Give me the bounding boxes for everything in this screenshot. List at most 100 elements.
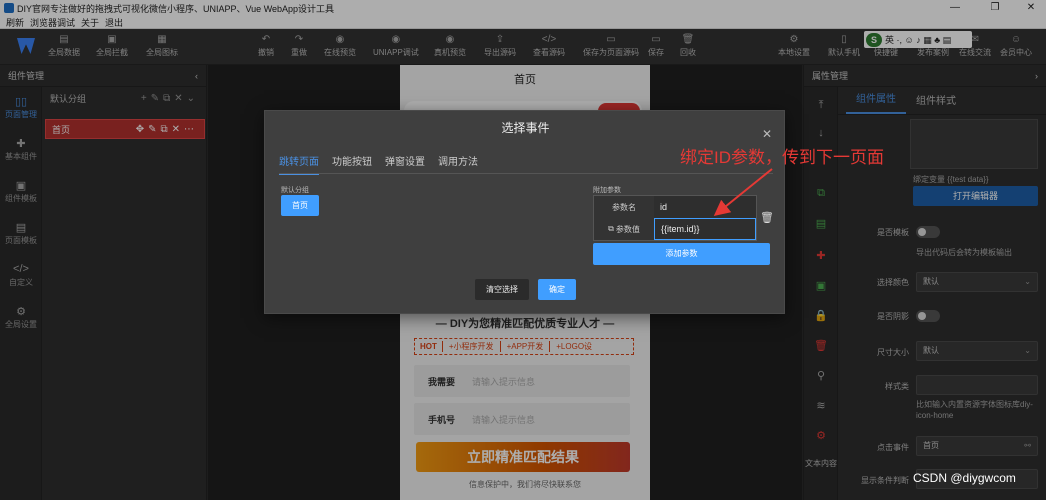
ime-tray[interactable]: S 英 ·, ☺ ♪ ▦ ♣ ▤ [864,31,972,48]
tab-popup-settings[interactable]: 弹窗设置 [385,153,425,175]
paste-icon[interactable]: ▣ [804,279,838,292]
tab-divider [279,173,773,174]
link-icon[interactable]: ⚲ [804,369,838,382]
undo-button[interactable]: ↶ 撤销 [258,33,274,58]
tab-function-button[interactable]: 功能按钮 [332,153,372,175]
page-item-actions-icon[interactable]: ✥✎⧉✕⋯ [136,124,198,135]
property-panel: 属性管理 › ⤒ ↓ ⧉ ▤ ✚ ▣ 🔒 🗑 ⚲ ≋ ⚙ 文本内容 组件属性 组… [803,65,1046,500]
global-intercept-button[interactable]: ▣ 全局拦截 [96,33,128,58]
online-preview-button[interactable]: ◉ 在线预览 [324,33,356,58]
tab-jump-page[interactable]: 跳转页面 [279,153,319,175]
maximize-button[interactable]: ❐ [980,0,1010,16]
phone-cta-button[interactable]: 立即精准匹配结果 [416,442,630,472]
member-center-button[interactable]: ☺ 会员中心 [1000,33,1032,58]
group-label: 默认分组 [50,93,87,104]
image-icon: ▦ [157,34,167,45]
phone-tag-hot: HOT [420,342,437,351]
shadow-toggle[interactable] [916,310,940,322]
nav-custom[interactable]: </> 自定义 [0,263,42,288]
template-hint: 导出代码后会转为模板输出 [916,248,1012,257]
close-icon[interactable]: ✕ [762,127,772,141]
save-button[interactable]: ▭ 保存 [648,33,664,58]
style-class-input[interactable] [916,375,1038,395]
phone-tag[interactable]: +LOGO设 [549,341,598,352]
prop-label: 样式类 [885,382,909,391]
nav-page-templates[interactable]: ▤ 页面模板 [0,221,42,246]
chevron-down-icon: ⌄ [1024,277,1031,286]
global-data-button[interactable]: ▤ 全局数据 [48,33,80,58]
save-as-page-button[interactable]: ▭ 保存为页面源码 [583,33,639,58]
collapse-left-icon[interactable]: ‹ [195,71,198,81]
layers-icon[interactable]: ≋ [804,399,838,412]
redo-button[interactable]: ↷ 重做 [291,33,307,58]
phone-need-field[interactable]: 我需要 请输入提示信息 [414,365,630,397]
text-content-input[interactable] [910,119,1038,169]
collapse-right-icon[interactable]: › [1035,71,1038,81]
menu-exit[interactable]: 退出 [105,16,123,29]
uniapp-debug-button[interactable]: ◉ UNIAPP调试 [373,33,419,58]
export-source-button[interactable]: ⇪ 导出源码 [484,33,516,58]
confirm-button[interactable]: 确定 [538,279,576,300]
annotation-arrow [713,168,773,217]
device-preview-button[interactable]: ◉ 真机预览 [434,33,466,58]
code-icon: </> [13,263,29,275]
puzzle-icon[interactable]: ✚ [804,249,838,262]
event-tabs: 跳转页面 功能按钮 弹窗设置 调用方法 [279,153,491,175]
template-toggle[interactable] [916,226,940,238]
page-home-button[interactable]: 首页 [281,195,319,216]
move-top-icon[interactable]: ⤒ [804,99,838,112]
nav-page-manage[interactable]: ▯▯ 页面管理 [0,95,42,120]
color-select[interactable]: 默认 ⌄ [916,272,1038,292]
close-window-button[interactable]: ✕ [1016,0,1046,16]
eye-icon: ◉ [335,34,345,45]
bind-variable-hint: 绑定变量 {{test data}} [913,175,989,184]
delete-icon[interactable]: 🗑 [804,339,838,352]
phone-privacy-note: 信息保护中，我们将尽快联系您 [469,480,581,489]
open-editor-button[interactable]: 打开编辑器 [913,186,1038,206]
database-icon: ▤ [59,34,69,45]
nav-basic-components[interactable]: ✚ 基本组件 [0,137,42,162]
gear-icon[interactable]: ⚙ [804,429,838,442]
page-template-icon: ▤ [15,222,27,234]
prop-label: 是否模板 [877,228,909,237]
global-icons-button[interactable]: ▦ 全局图标 [146,33,178,58]
component-panel-header: 组件管理 ‹ [0,65,206,87]
default-group-title: 默认分组 [281,187,309,194]
move-down-icon[interactable]: ↓ [804,127,838,139]
page-item-home[interactable]: 首页 ✥✎⧉✕⋯ [45,119,205,139]
lock-icon[interactable]: 🔒 [804,309,838,322]
style-class-hint: 比如输入内置资源字体图标库diy-icon-home [916,400,1033,420]
tab-call-method[interactable]: 调用方法 [438,153,478,175]
tab-component-style[interactable]: 组件样式 [906,92,966,114]
nav-global-settings[interactable]: ⚙ 全局设置 [0,305,42,330]
duplicate-icon[interactable]: ▤ [804,217,838,230]
group-actions-icon[interactable]: +✎⧉✕⌄ [141,93,199,104]
phone-tag[interactable]: +APP开发 [499,341,550,352]
left-nav: ▯▯ 页面管理 ✚ 基本组件 ▣ 组件模板 ▤ 页面模板 </> 自定义 ⚙ 全局设置 [0,87,42,500]
nav-component-templates[interactable]: ▣ 组件模板 [0,179,42,204]
copy-icon[interactable]: ⧉ [804,187,838,200]
tab-component-props[interactable]: 组件属性 [846,90,906,114]
recycle-button[interactable]: 🗑 回收 [680,33,696,58]
param-value-label: ⧉ 参数值 [594,218,654,240]
local-settings-button[interactable]: ⚙ 本地设置 [778,33,810,58]
param-value-input[interactable]: {{item.id}} [654,218,756,240]
clear-selection-button[interactable]: 清空选择 [475,279,529,300]
phone-tag[interactable]: +小程序开发 [441,341,500,352]
code-icon: </> [541,34,557,45]
redo-icon: ↷ [294,34,304,45]
view-source-button[interactable]: </> 查看源码 [533,33,565,58]
default-group-row[interactable]: 默认分组 +✎⧉✕⌄ [42,87,207,109]
default-phone-button[interactable]: ▯ 默认手机 [828,33,860,58]
size-select[interactable]: 默认 ⌄ [916,341,1038,361]
menu-refresh[interactable]: 刷新 [6,16,24,29]
phone-number-field[interactable]: 手机号 请输入提示信息 [414,403,630,435]
menu-about[interactable]: 关于 [81,16,99,29]
menu-browser-debug[interactable]: 浏览器调试 [30,16,75,29]
minimize-button[interactable]: — [940,0,970,16]
phone-banner-text: — DIY为您精准匹配优质专业人才 — [435,318,615,330]
prop-label: 是否阴影 [877,312,909,321]
click-event-select[interactable]: 首页 ⚯ [916,436,1038,456]
property-tabs: 组件属性 组件样式 [838,87,1046,115]
add-param-button[interactable]: 添加参数 [593,243,770,265]
